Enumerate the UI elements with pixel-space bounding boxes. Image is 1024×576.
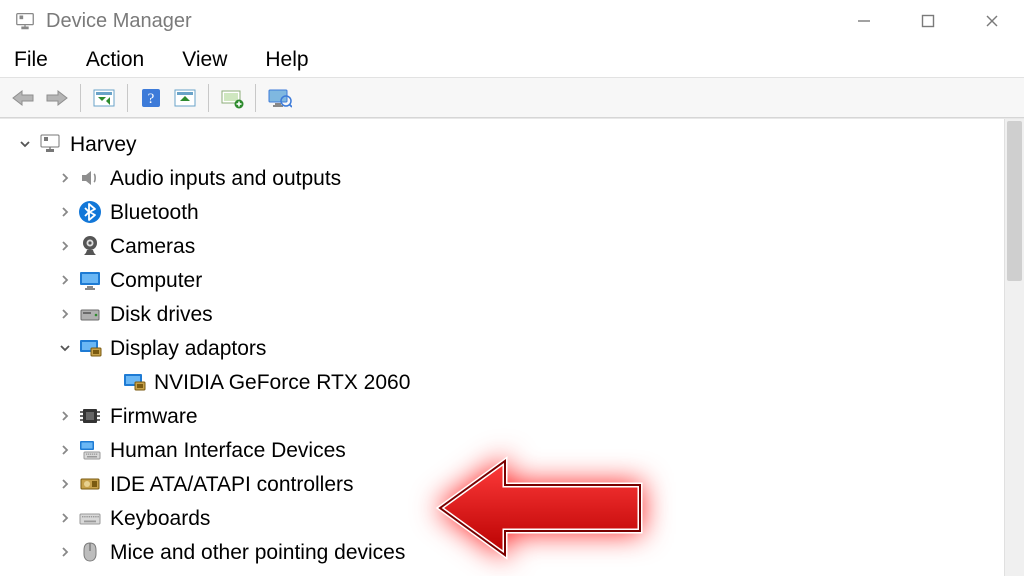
- menu-file[interactable]: File: [10, 46, 52, 74]
- chevron-right-icon[interactable]: [54, 235, 76, 257]
- chevron-right-icon[interactable]: [54, 405, 76, 427]
- toolbar: ?: [0, 78, 1024, 118]
- toolbar-scan-button[interactable]: [170, 83, 200, 113]
- speaker-icon: [76, 164, 104, 192]
- chevron-right-icon[interactable]: [54, 473, 76, 495]
- tree-item-label: Computer: [110, 270, 202, 291]
- menu-action[interactable]: Action: [82, 46, 148, 74]
- menu-view[interactable]: View: [178, 46, 231, 74]
- close-button[interactable]: [960, 0, 1024, 42]
- chevron-right-icon[interactable]: [54, 507, 76, 529]
- tree-item-label: Display adaptors: [110, 338, 266, 359]
- chip-icon: [76, 402, 104, 430]
- chevron-right-icon[interactable]: [54, 303, 76, 325]
- menubar: File Action View Help: [0, 42, 1024, 78]
- chevron-right-icon[interactable]: [54, 439, 76, 461]
- tree-item-label: NVIDIA GeForce RTX 2060: [154, 372, 410, 393]
- tree-item-bluetooth[interactable]: Bluetooth: [10, 195, 1004, 229]
- scrollbar-thumb[interactable]: [1007, 121, 1022, 281]
- tree-item-ide[interactable]: IDE ATA/ATAPI controllers: [10, 467, 1004, 501]
- svg-text:?: ?: [148, 91, 155, 107]
- tree-item-label: Mice and other pointing devices: [110, 542, 405, 563]
- toolbar-sep-4: [255, 84, 256, 112]
- toolbar-show-hidden-button[interactable]: [89, 83, 119, 113]
- disk-icon: [76, 300, 104, 328]
- minimize-button[interactable]: [832, 0, 896, 42]
- toolbar-sep-1: [80, 84, 81, 112]
- monitor-icon: [76, 266, 104, 294]
- tree-item-gpu[interactable]: NVIDIA GeForce RTX 2060: [10, 365, 1004, 399]
- chevron-down-icon[interactable]: [54, 337, 76, 359]
- tree-item-disk[interactable]: Disk drives: [10, 297, 1004, 331]
- tree-item-label: Keyboards: [110, 508, 210, 529]
- computer-root-icon: [36, 130, 64, 158]
- display-adapter-icon: [120, 368, 148, 396]
- keyboard-icon: [76, 504, 104, 532]
- device-tree[interactable]: Harvey Audio inputs and outputs Bluetoot…: [0, 119, 1004, 576]
- storage-controller-icon: [76, 470, 104, 498]
- tree-item-label: Human Interface Devices: [110, 440, 346, 461]
- tree-item-audio[interactable]: Audio inputs and outputs: [10, 161, 1004, 195]
- tree-item-cameras[interactable]: Cameras: [10, 229, 1004, 263]
- tree-item-label: Disk drives: [110, 304, 213, 325]
- hid-icon: [76, 436, 104, 464]
- device-manager-icon: [14, 10, 36, 32]
- mouse-icon: [76, 538, 104, 566]
- chevron-right-icon[interactable]: [54, 201, 76, 223]
- chevron-right-icon[interactable]: [54, 167, 76, 189]
- tree-item-display[interactable]: Display adaptors: [10, 331, 1004, 365]
- window-title: Device Manager: [46, 10, 192, 33]
- toolbar-sep-2: [127, 84, 128, 112]
- tree-item-firmware[interactable]: Firmware: [10, 399, 1004, 433]
- tree-item-label: IDE ATA/ATAPI controllers: [110, 474, 354, 495]
- menu-help[interactable]: Help: [261, 46, 312, 74]
- bluetooth-icon: [76, 198, 104, 226]
- toolbar-back-button[interactable]: [8, 83, 38, 113]
- tree-item-mice[interactable]: Mice and other pointing devices: [10, 535, 1004, 569]
- titlebar: Device Manager: [0, 0, 1024, 42]
- toolbar-forward-button[interactable]: [42, 83, 72, 113]
- tree-item-computer[interactable]: Computer: [10, 263, 1004, 297]
- tree-spacer: [98, 371, 120, 393]
- tree-item-hid[interactable]: Human Interface Devices: [10, 433, 1004, 467]
- display-adapter-icon: [76, 334, 104, 362]
- webcam-icon: [76, 232, 104, 260]
- tree-item-label: Bluetooth: [110, 202, 199, 223]
- tree-root-label: Harvey: [70, 134, 137, 155]
- tree-item-label: Cameras: [110, 236, 195, 257]
- tree-item-keyboards[interactable]: Keyboards: [10, 501, 1004, 535]
- vertical-scrollbar[interactable]: [1004, 119, 1024, 576]
- toolbar-sep-3: [208, 84, 209, 112]
- toolbar-help-button[interactable]: ?: [136, 83, 166, 113]
- toolbar-properties-button[interactable]: [264, 83, 294, 113]
- chevron-right-icon[interactable]: [54, 541, 76, 563]
- chevron-down-icon[interactable]: [14, 133, 36, 155]
- maximize-button[interactable]: [896, 0, 960, 42]
- tree-item-label: Firmware: [110, 406, 198, 427]
- tree-item-label: Audio inputs and outputs: [110, 168, 341, 189]
- content-area: Harvey Audio inputs and outputs Bluetoot…: [0, 118, 1024, 576]
- chevron-right-icon[interactable]: [54, 269, 76, 291]
- tree-root[interactable]: Harvey: [10, 127, 1004, 161]
- toolbar-add-hardware-button[interactable]: [217, 83, 247, 113]
